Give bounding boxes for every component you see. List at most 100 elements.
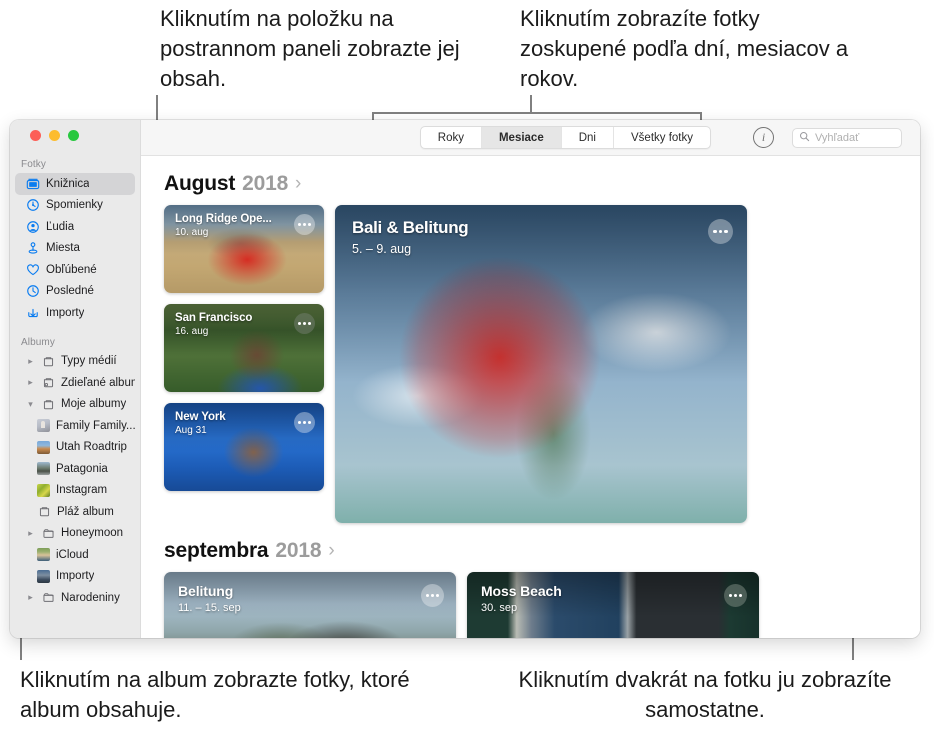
sidebar-item-family-family[interactable]: Family Family... (15, 415, 135, 437)
card-title: Bali & Belitung (352, 218, 469, 237)
month-name: August (164, 172, 236, 195)
photo-card-bali-belitung[interactable]: Bali & Belitung 5. – 9. aug (335, 205, 747, 523)
more-options-icon[interactable] (421, 584, 444, 607)
sidebar-item-utah-roadtrip[interactable]: Utah Roadtrip (15, 437, 135, 459)
sidebar-item-oblubene[interactable]: Obľúbené (15, 259, 135, 281)
photo-card-moss-beach[interactable]: Moss Beach 30. sep (467, 572, 759, 638)
sidebar-item-label: Instagram (56, 484, 108, 497)
tab-roky[interactable]: Roky (421, 127, 482, 148)
album-thumbnail-icon (37, 419, 50, 433)
sidebar-item-label: Miesta (46, 242, 80, 255)
photo-card-new-york[interactable]: New York Aug 31 (164, 403, 324, 491)
sidebar-item-label: Narodeniny (61, 591, 120, 604)
chevron-right-icon[interactable]: › (295, 174, 301, 193)
zoom-button[interactable] (68, 130, 79, 141)
more-options-icon[interactable] (708, 219, 733, 244)
clock-icon (26, 284, 40, 298)
photo-grid-content[interactable]: August 2018 › Long Ridge Ope... 10. aug (141, 156, 920, 638)
sidebar-item-label: Importy (46, 306, 85, 319)
sidebar-item-importy[interactable]: Importy (15, 302, 135, 324)
sidebar-item-typy-medii[interactable]: ▸ Typy médií (15, 351, 135, 373)
toolbar: Roky Mesiace Dni Všetky fotky i Vyhľadať (141, 120, 920, 156)
leader-line-segmented-bracket-top (372, 112, 702, 114)
sidebar-item-kniznica[interactable]: Knižnica (15, 173, 135, 195)
tab-mesiace[interactable]: Mesiace (481, 127, 562, 148)
heart-icon (26, 263, 40, 277)
sidebar-item-importy-album[interactable]: Importy (15, 566, 135, 588)
sidebar[interactable]: Fotky Knižnica Spomienky Ľudia Miesta Ob… (10, 120, 141, 638)
card-caption: New York Aug 31 (175, 411, 278, 436)
chevron-right-icon[interactable]: › (328, 541, 334, 560)
septembra-card-grid: Belitung 11. – 15. sep Moss Beach 30. se… (141, 572, 920, 638)
card-caption: Long Ridge Ope... 10. aug (175, 213, 278, 238)
photo-card-long-ridge[interactable]: Long Ridge Ope... 10. aug (164, 205, 324, 293)
tab-dni[interactable]: Dni (562, 127, 614, 148)
album-icon (37, 505, 51, 519)
window-controls[interactable] (30, 130, 79, 141)
sidebar-item-instagram[interactable]: Instagram (15, 480, 135, 502)
sidebar-item-icloud[interactable]: iCloud (15, 544, 135, 566)
sidebar-item-label: Importy (56, 570, 95, 583)
card-title: New York (175, 411, 226, 423)
sidebar-item-moje-albumy[interactable]: ▾ Moje albumy (15, 394, 135, 416)
more-options-icon[interactable] (294, 412, 315, 433)
month-header-august[interactable]: August 2018 › (141, 156, 920, 205)
august-small-cards-column: Long Ridge Ope... 10. aug San Francisco … (164, 205, 324, 523)
sidebar-item-ludia[interactable]: Ľudia (15, 216, 135, 238)
card-title: Long Ridge Ope... (175, 213, 272, 225)
close-button[interactable] (30, 130, 41, 141)
more-options-icon[interactable] (294, 313, 315, 334)
sidebar-item-label: Family Family... (56, 419, 135, 432)
card-caption: San Francisco 16. aug (175, 312, 278, 337)
view-mode-segmented-control[interactable]: Roky Mesiace Dni Všetky fotky (419, 126, 711, 149)
month-header-septembra[interactable]: septembra 2018 › (141, 523, 920, 572)
search-placeholder: Vyhľadať (815, 131, 860, 144)
chevron-down-icon[interactable]: ▾ (26, 399, 35, 410)
people-icon (26, 220, 40, 234)
sidebar-item-label: Typy médií (61, 355, 117, 368)
sidebar-item-plaz-album[interactable]: Pláž album (15, 501, 135, 523)
sidebar-item-label: Patagonia (56, 462, 108, 475)
chevron-right-icon[interactable]: ▸ (26, 592, 35, 603)
month-year: 2018 (242, 172, 289, 195)
places-pin-icon (26, 241, 40, 255)
sidebar-section-photos-label: Fotky (21, 159, 46, 170)
sidebar-item-label: Honeymoon (61, 527, 124, 540)
album-thumbnail-icon (37, 483, 50, 497)
sidebar-item-patagonia[interactable]: Patagonia (15, 458, 135, 480)
sidebar-section-albums-label: Albumy (21, 336, 55, 348)
card-date: Aug 31 (175, 425, 207, 436)
chevron-right-icon[interactable]: ▸ (26, 356, 35, 367)
sidebar-item-posledne[interactable]: Posledné (15, 281, 135, 303)
photos-app-window: Fotky Knižnica Spomienky Ľudia Miesta Ob… (10, 120, 920, 638)
sidebar-item-zdielane-albumy[interactable]: ▸ Zdieľané albumy (15, 372, 135, 394)
month-year: 2018 (275, 539, 322, 562)
sidebar-item-miesta[interactable]: Miesta (15, 238, 135, 260)
card-date: 10. aug (175, 227, 209, 238)
album-thumbnail-icon (37, 548, 50, 562)
sidebar-item-spomienky[interactable]: Spomienky (15, 195, 135, 217)
sidebar-item-label: Obľúbené (46, 263, 97, 276)
callout-bottom-left: Kliknutím na album zobrazte fotky, ktoré… (20, 667, 410, 722)
callout-top-right: Kliknutím zobrazíte fotky zoskupené podľ… (520, 6, 849, 91)
folder-icon (41, 354, 55, 368)
info-icon[interactable]: i (753, 127, 774, 148)
sidebar-item-honeymoon[interactable]: ▸ Honeymoon (15, 523, 135, 545)
folder-icon (41, 526, 55, 540)
card-date: 11. – 15. sep (178, 602, 241, 614)
tab-vsetky-fotky[interactable]: Všetky fotky (614, 127, 710, 148)
sidebar-item-narodeniny[interactable]: ▸ Narodeniny (15, 587, 135, 609)
more-options-icon[interactable] (294, 214, 315, 235)
minimize-button[interactable] (49, 130, 60, 141)
card-date: 5. – 9. aug (352, 242, 412, 256)
import-arrow-icon (26, 306, 40, 320)
sidebar-item-label: Ľudia (46, 220, 75, 233)
folder-icon (41, 591, 55, 605)
photo-card-san-francisco[interactable]: San Francisco 16. aug (164, 304, 324, 392)
chevron-right-icon[interactable]: ▸ (26, 377, 35, 388)
card-title: Belitung (178, 583, 234, 599)
chevron-right-icon[interactable]: ▸ (26, 528, 35, 539)
search-field[interactable]: Vyhľadať (792, 127, 902, 148)
photo-card-belitung[interactable]: Belitung 11. – 15. sep (164, 572, 456, 638)
more-options-icon[interactable] (724, 584, 747, 607)
